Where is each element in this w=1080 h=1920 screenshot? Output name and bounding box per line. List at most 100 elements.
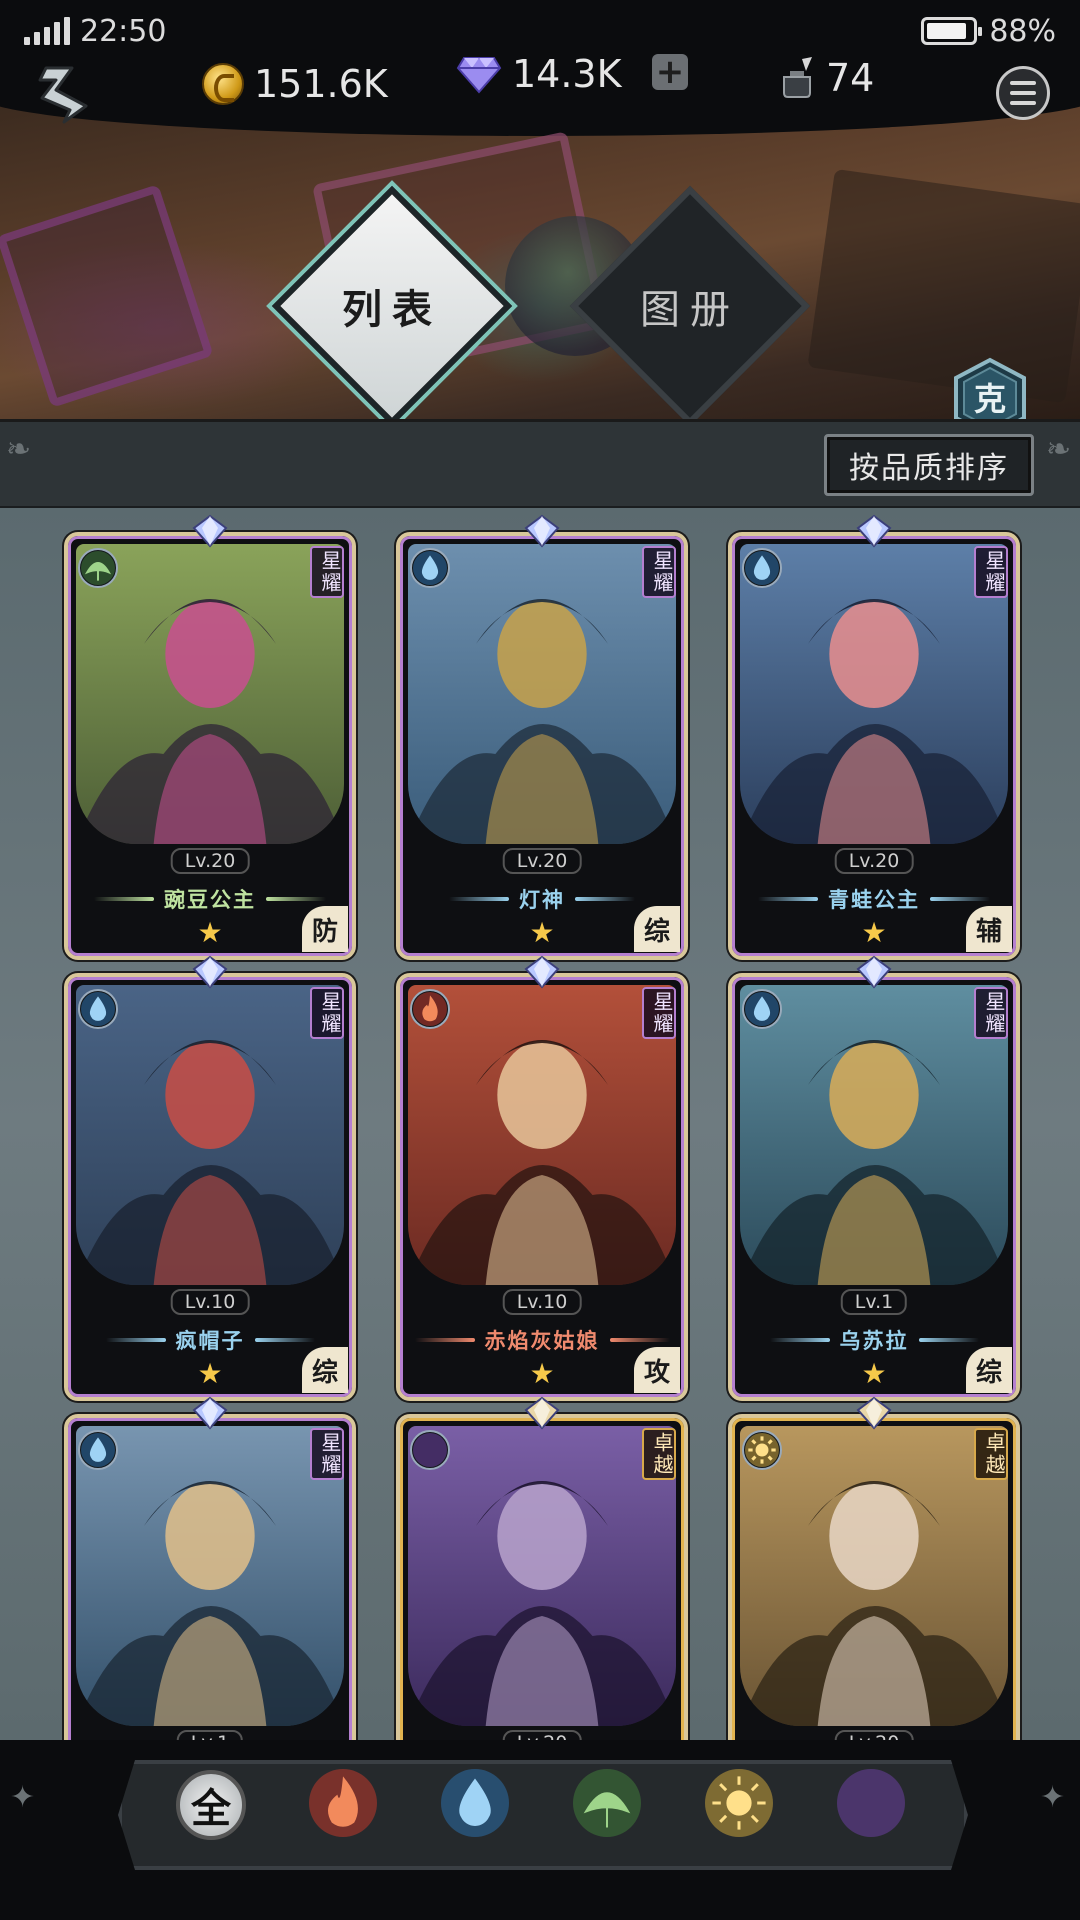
rarity-badge: 星耀	[974, 546, 1008, 598]
water-element-icon	[410, 548, 450, 588]
rarity-badge: 星耀	[642, 546, 676, 598]
star-icon: ★	[529, 916, 555, 949]
hero-card[interactable]: 星耀 Lv.10 疯帽子 ★ 综	[64, 973, 356, 1401]
card-gem-icon	[522, 1396, 562, 1430]
battery-icon	[921, 17, 983, 45]
hero-level: Lv.20	[502, 848, 582, 874]
water-element-icon	[440, 1768, 510, 1842]
hero-level: Lv.20	[502, 1730, 582, 1740]
card-gem-icon	[854, 955, 894, 989]
element-filter-bar: ✦ ✦ 全	[0, 1740, 1080, 1920]
hero-card[interactable]: 星耀 Lv.1	[64, 1414, 356, 1740]
tab-album[interactable]: 图册	[569, 185, 811, 419]
filter-leaf-button[interactable]	[572, 1768, 642, 1842]
banner-card-decoration	[807, 168, 1080, 404]
card-gem-icon	[522, 955, 562, 989]
back-button[interactable]	[26, 62, 98, 128]
name-ornament	[609, 1338, 670, 1342]
name-ornament	[105, 1338, 166, 1342]
name-ornament	[930, 897, 990, 901]
hero-level: Lv.1	[176, 1730, 244, 1740]
card-gem-icon	[190, 514, 230, 548]
sort-header: ❧ ❧ 按品质排序	[0, 422, 1080, 508]
hero-card[interactable]: 星耀 Lv.20 豌豆公主 ★ 防	[64, 532, 356, 960]
star-icon: ★	[197, 1357, 223, 1390]
hero-level: Lv.1	[840, 1289, 908, 1315]
name-ornament	[94, 897, 154, 901]
ink-counter: 74	[780, 56, 874, 100]
hero-name: 豌豆公主	[164, 888, 256, 912]
hero-card[interactable]: 星耀 Lv.20 灯神 ★ 综	[396, 532, 688, 960]
card-grid: 星耀 Lv.20 豌豆公主 ★ 防 星耀 Lv.20 灯神 ★ 综 星耀 Lv.…	[0, 508, 1080, 1740]
star-icon: ★	[197, 916, 223, 949]
gem-amount: 14.3K	[512, 52, 622, 96]
name-ornament	[575, 897, 635, 901]
fire-element-icon	[308, 1768, 378, 1842]
coin-icon	[202, 63, 244, 105]
name-ornament	[918, 1338, 979, 1342]
water-element-icon	[78, 989, 118, 1029]
ink-amount: 74	[826, 56, 875, 100]
card-gem-icon	[190, 1396, 230, 1430]
water-element-icon	[78, 1430, 118, 1470]
banner-card-decoration	[0, 184, 214, 408]
rarity-badge: 星耀	[642, 987, 676, 1039]
tab-list-label: 列表	[342, 287, 442, 333]
rarity-badge: 星耀	[310, 987, 344, 1039]
add-gems-button[interactable]: +	[652, 54, 688, 90]
back-arrow-icon	[38, 66, 88, 124]
filter-dark-button[interactable]	[836, 1768, 906, 1842]
hero-card[interactable]: 星耀 Lv.10 赤焰灰姑娘 ★ 攻	[396, 973, 688, 1401]
hero-name: 疯帽子	[175, 1329, 245, 1353]
menu-line	[1010, 101, 1036, 105]
role-badge: 综	[302, 1347, 348, 1393]
rarity-badge: 星耀	[310, 1428, 344, 1480]
hero-card[interactable]: 卓越 Lv.20	[728, 1414, 1020, 1740]
menu-button[interactable]	[996, 66, 1050, 120]
hero-name-row: 赤焰灰姑娘	[400, 1325, 684, 1355]
filter-fire-button[interactable]	[308, 1768, 378, 1842]
hero-portrait	[408, 985, 676, 1285]
filter-light-button[interactable]	[704, 1769, 774, 1840]
dark-element-icon	[836, 1768, 906, 1842]
coin-counter: 151.6K	[202, 62, 388, 106]
hero-portrait	[76, 544, 344, 844]
water-element-icon	[742, 989, 782, 1029]
role-badge: 综	[634, 906, 680, 952]
hero-name-row: 灯神	[400, 884, 684, 914]
status-time: 22:50	[80, 13, 167, 49]
hero-level: Lv.20	[834, 1730, 914, 1740]
counter-label: 克	[974, 380, 1006, 418]
hero-portrait	[740, 985, 1008, 1285]
menu-line	[1010, 91, 1036, 95]
rarity-badge: 卓越	[642, 1428, 676, 1480]
water-element-icon	[742, 548, 782, 588]
filter-water-button[interactable]	[440, 1768, 510, 1842]
hero-name: 青蛙公主	[828, 888, 920, 912]
role-badge: 辅	[966, 906, 1012, 952]
name-ornament	[266, 897, 326, 901]
hero-name: 赤焰灰姑娘	[484, 1329, 600, 1353]
hero-name-row: 乌苏拉	[732, 1325, 1016, 1355]
hero-card[interactable]: 卓越 Lv.20	[396, 1414, 688, 1740]
name-ornament	[758, 897, 818, 901]
diamond-icon	[456, 57, 502, 94]
sort-by-quality-button[interactable]: 按品质排序	[824, 434, 1034, 496]
leaf-element-icon	[572, 1768, 642, 1842]
leaf-element-icon	[78, 548, 118, 588]
hero-portrait	[740, 1426, 1008, 1726]
counter-button[interactable]: 克	[948, 356, 1032, 419]
rarity-badge: 卓越	[974, 1428, 1008, 1480]
name-ornament	[254, 1338, 315, 1342]
ink-bottle-icon	[783, 57, 812, 98]
right-flourish: ✦	[1040, 1780, 1066, 1815]
hero-level: Lv.10	[502, 1289, 582, 1315]
corner-flourish: ❧	[1046, 432, 1072, 467]
filter-all-button[interactable]: 全	[176, 1770, 246, 1840]
fire-element-icon	[410, 989, 450, 1029]
hero-card[interactable]: 星耀 Lv.1 乌苏拉 ★ 综	[728, 973, 1020, 1401]
card-gem-icon	[854, 514, 894, 548]
battery-percent: 88%	[989, 13, 1056, 49]
signal-icon	[24, 17, 70, 45]
hero-card[interactable]: 星耀 Lv.20 青蛙公主 ★ 辅	[728, 532, 1020, 960]
